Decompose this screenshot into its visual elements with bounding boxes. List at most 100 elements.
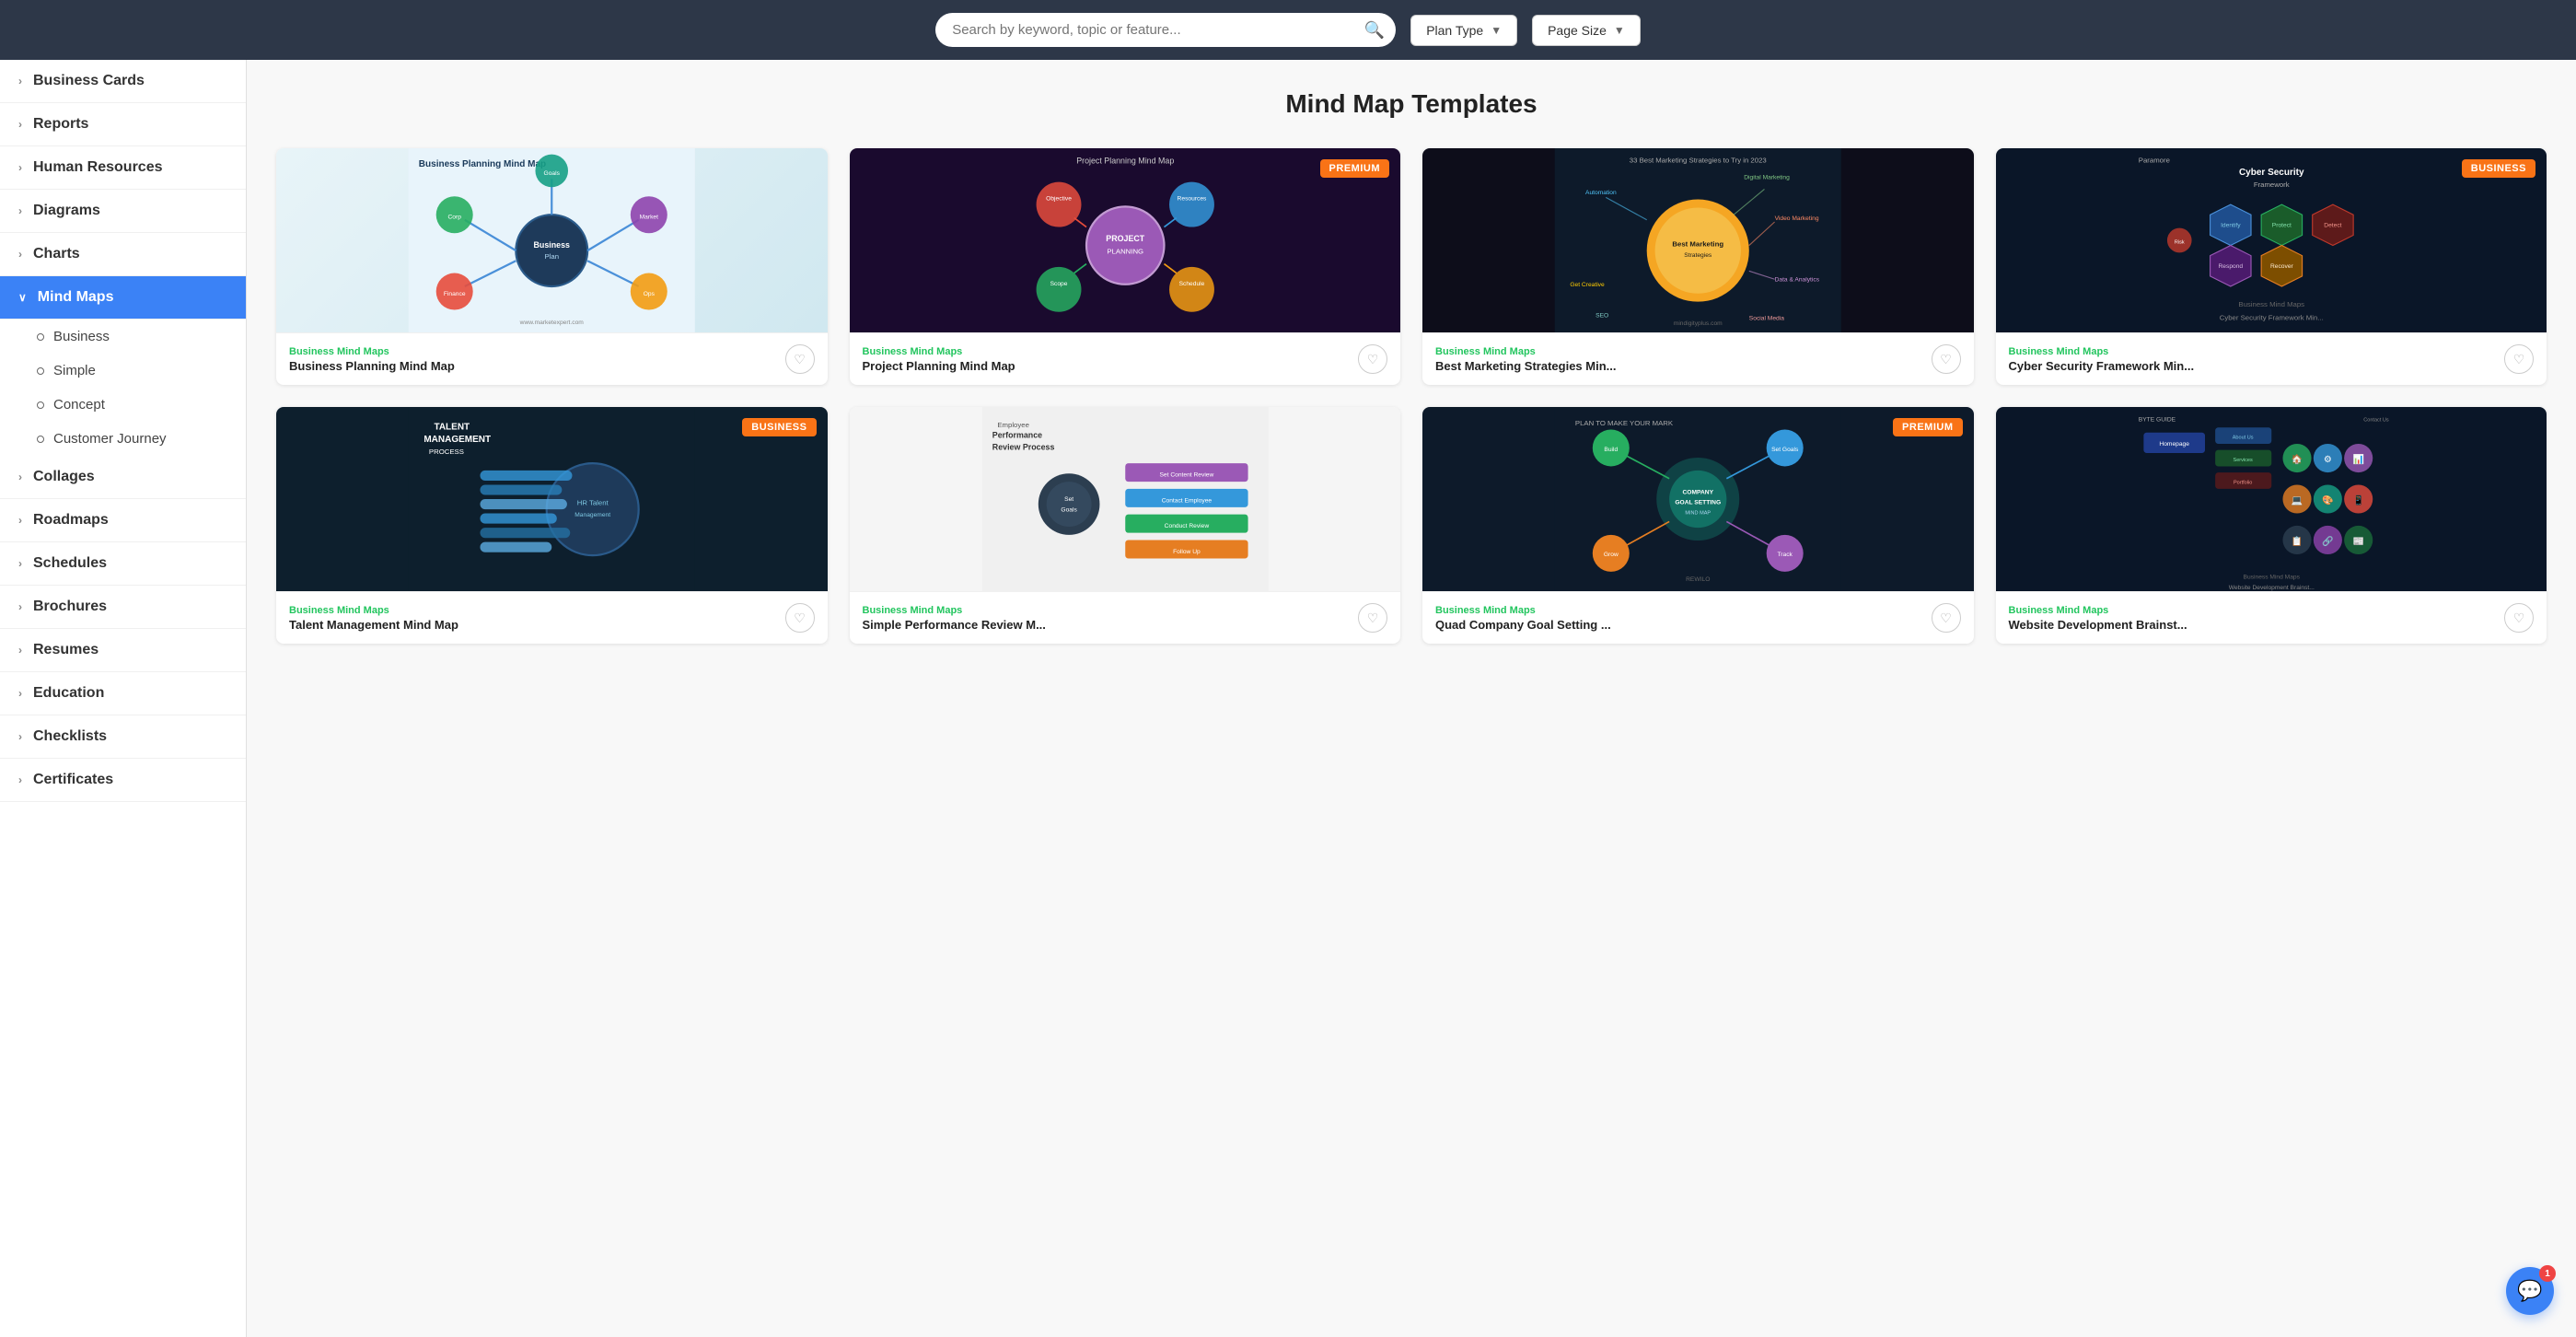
- sidebar-item-business-cards[interactable]: › Business Cards: [0, 60, 246, 103]
- favorite-button[interactable]: ♡: [1358, 603, 1387, 633]
- card-meta: Business Mind Maps Website Development B…: [2009, 605, 2505, 632]
- svg-text:Contact Employee: Contact Employee: [1161, 497, 1212, 504]
- svg-text:🎨: 🎨: [2322, 494, 2333, 506]
- chat-button[interactable]: 💬 1: [2506, 1267, 2554, 1315]
- sidebar-item-mind-maps[interactable]: ∨ Mind Maps: [0, 276, 246, 320]
- business-badge: BUSINESS: [2462, 159, 2535, 178]
- svg-text:BYTE GUIDE: BYTE GUIDE: [2138, 417, 2176, 424]
- svg-text:COMPANY: COMPANY: [1682, 489, 1713, 495]
- premium-badge: PREMIUM: [1320, 159, 1389, 178]
- svg-text:📋: 📋: [2291, 535, 2302, 547]
- svg-text:Website Development Brainst...: Website Development Brainst...: [2228, 585, 2314, 591]
- sub-label: Concept: [53, 397, 105, 413]
- favorite-button[interactable]: ♡: [1932, 603, 1961, 633]
- sidebar-item-roadmaps[interactable]: › Roadmaps: [0, 499, 246, 542]
- sidebar-label: Resumes: [33, 642, 99, 658]
- svg-text:Video Marketing: Video Marketing: [1775, 215, 1819, 222]
- svg-text:Schedule: Schedule: [1178, 281, 1204, 287]
- chat-icon: 💬: [2517, 1279, 2542, 1303]
- template-card-business-planning[interactable]: Business Planning Mind Map Business Plan…: [276, 148, 828, 385]
- search-container: 🔍: [935, 13, 1396, 47]
- sidebar-item-resumes[interactable]: › Resumes: [0, 629, 246, 672]
- bullet-icon: [37, 401, 44, 409]
- svg-text:📰: 📰: [2352, 537, 2363, 547]
- favorite-button[interactable]: ♡: [1932, 344, 1961, 374]
- sidebar-sub-simple[interactable]: Simple: [0, 354, 246, 388]
- svg-text:Risk: Risk: [2174, 239, 2184, 245]
- svg-text:Portfolio: Portfolio: [2233, 480, 2251, 485]
- card-meta: Business Mind Maps Simple Performance Re…: [863, 605, 1359, 632]
- search-button[interactable]: 🔍: [1364, 20, 1385, 40]
- sub-label: Simple: [53, 363, 96, 378]
- template-card-performance-review[interactable]: Employee Performance Review Process Set …: [850, 407, 1401, 644]
- sidebar-item-human-resources[interactable]: › Human Resources: [0, 146, 246, 190]
- sidebar-item-schedules[interactable]: › Schedules: [0, 542, 246, 586]
- template-card-project-planning[interactable]: PREMIUM Project Planning Mind Map PROJEC…: [850, 148, 1401, 385]
- sidebar-sub-business[interactable]: Business: [0, 320, 246, 354]
- page-size-label: Page Size: [1548, 23, 1607, 38]
- template-card-talent-management[interactable]: BUSINESS TALENT MANAGEMENT PROCESS HR Ta…: [276, 407, 828, 644]
- card-name: Project Planning Mind Map: [863, 359, 1359, 373]
- sidebar-item-diagrams[interactable]: › Diagrams: [0, 190, 246, 233]
- svg-text:Recover: Recover: [2269, 263, 2293, 270]
- premium-badge: PREMIUM: [1893, 418, 1962, 436]
- card-name: Simple Performance Review M...: [863, 618, 1359, 632]
- card-name: Website Development Brainst...: [2009, 618, 2505, 632]
- svg-text:Set: Set: [1064, 496, 1073, 503]
- svg-text:Best Marketing: Best Marketing: [1672, 240, 1723, 249]
- svg-text:Management: Management: [574, 512, 610, 518]
- sidebar-item-charts[interactable]: › Charts: [0, 233, 246, 276]
- page-size-chevron-icon: ▼: [1614, 24, 1625, 37]
- plan-type-button[interactable]: Plan Type ▼: [1410, 15, 1517, 46]
- favorite-button[interactable]: ♡: [785, 344, 815, 374]
- page-size-button[interactable]: Page Size ▼: [1532, 15, 1641, 46]
- favorite-button[interactable]: ♡: [2504, 344, 2534, 374]
- card-image: Business Planning Mind Map Business Plan…: [276, 148, 828, 332]
- sidebar-item-checklists[interactable]: › Checklists: [0, 715, 246, 759]
- svg-text:Set Goals: Set Goals: [1771, 447, 1799, 453]
- template-card-company-goal[interactable]: PREMIUM PLAN TO MAKE YOUR MARK COMPANY G…: [1422, 407, 1974, 644]
- arrow-icon: ›: [18, 773, 22, 786]
- template-card-marketing-strategies[interactable]: 33 Best Marketing Strategies to Try in 2…: [1422, 148, 1974, 385]
- card-footer: Business Mind Maps Cyber Security Framew…: [1996, 332, 2547, 385]
- search-input[interactable]: [935, 13, 1396, 47]
- sidebar-sub-concept[interactable]: Concept: [0, 388, 246, 422]
- template-card-website-dev[interactable]: BYTE GUIDE Contact Us Homepage About Us …: [1996, 407, 2547, 644]
- sidebar-item-education[interactable]: › Education: [0, 672, 246, 715]
- sidebar-label: Business Cards: [33, 73, 145, 89]
- template-card-cyber-security[interactable]: BUSINESS Paramore Cyber Security Framewo…: [1996, 148, 2547, 385]
- sidebar-item-certificates[interactable]: › Certificates: [0, 759, 246, 802]
- svg-text:Plan: Plan: [544, 252, 559, 261]
- favorite-button[interactable]: ♡: [2504, 603, 2534, 633]
- favorite-button[interactable]: ♡: [785, 603, 815, 633]
- svg-text:⚙: ⚙: [2323, 455, 2331, 465]
- svg-text:Respond: Respond: [2218, 263, 2243, 270]
- bullet-icon: [37, 333, 44, 341]
- svg-text:Protect: Protect: [2271, 223, 2291, 229]
- favorite-button[interactable]: ♡: [1358, 344, 1387, 374]
- svg-text:Build: Build: [1604, 447, 1618, 453]
- svg-text:Corp: Corp: [447, 215, 461, 221]
- arrow-icon: ›: [18, 600, 22, 613]
- sidebar-sub-customer-journey[interactable]: Customer Journey: [0, 422, 246, 456]
- page-title: Mind Map Templates: [276, 89, 2547, 119]
- svg-text:Cyber Security Framework Min..: Cyber Security Framework Min...: [2219, 314, 2323, 322]
- card-footer: Business Mind Maps Business Planning Min…: [276, 332, 828, 385]
- card-category: Business Mind Maps: [1435, 605, 1932, 616]
- arrow-icon: ›: [18, 644, 22, 657]
- plan-type-chevron-icon: ▼: [1491, 24, 1502, 37]
- bullet-icon: [37, 367, 44, 375]
- arrow-icon: ›: [18, 204, 22, 217]
- card-footer: Business Mind Maps Simple Performance Re…: [850, 591, 1401, 644]
- sidebar-item-brochures[interactable]: › Brochures: [0, 586, 246, 629]
- svg-text:Follow Up: Follow Up: [1173, 549, 1201, 555]
- sidebar-item-collages[interactable]: › Collages: [0, 456, 246, 499]
- arrow-icon: ›: [18, 161, 22, 174]
- svg-text:www.marketexpert.com: www.marketexpert.com: [519, 320, 585, 326]
- sidebar-item-reports[interactable]: › Reports: [0, 103, 246, 146]
- svg-text:Project Planning Mind Map: Project Planning Mind Map: [1076, 157, 1174, 166]
- card-category: Business Mind Maps: [863, 346, 1359, 357]
- arrow-icon: ›: [18, 514, 22, 527]
- card-footer: Business Mind Maps Talent Management Min…: [276, 591, 828, 644]
- svg-text:Business Planning Mind Map: Business Planning Mind Map: [419, 159, 546, 169]
